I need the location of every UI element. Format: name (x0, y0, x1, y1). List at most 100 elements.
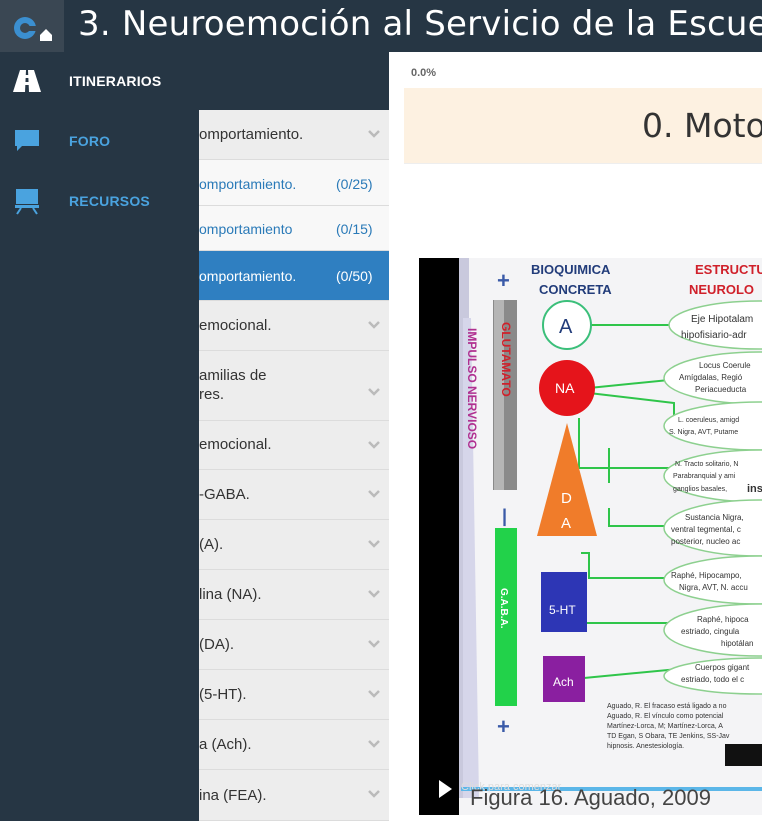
list-subitem-label: omportamiento. (199, 268, 297, 284)
nav-item-itinerarios[interactable]: ITINERARIOS (0, 52, 199, 112)
nav-label-itinerarios: ITINERARIOS (69, 73, 162, 89)
list-subitem-count: (0/15) (336, 221, 373, 237)
ellipse-text: Parabranquial y ami (673, 473, 736, 480)
ellipse-text: estriado, cingula (681, 627, 740, 636)
chevron-down-icon (368, 740, 380, 748)
page-title: 3. Neuroemoción al Servicio de la Escuel… (78, 4, 762, 44)
list-item[interactable]: emocional. (199, 301, 389, 351)
ellipse-text: L. coeruleus, amigd (678, 417, 739, 424)
list-item-label: ina (FEA). (199, 787, 267, 804)
chevron-down-icon (368, 441, 380, 449)
chevron-down-icon (368, 690, 380, 698)
node-a: A (559, 316, 573, 338)
play-icon[interactable] (437, 779, 453, 799)
progress-percent: 0.0% (411, 67, 437, 79)
itinerary-list: omportamiento. omportamiento. (0/25) omp… (199, 110, 389, 821)
neuro-diagram: IMPULSO NERVIOSO GLUTAMATO + | + G.A.B.A… (459, 258, 762, 798)
road-icon (13, 70, 41, 92)
ellipse-text: S. Nigra, AVT, Putame (669, 429, 738, 436)
reference-text: Martínez-Lorca, M; Martínez-Lorca, A (607, 723, 723, 730)
node-5ht: 5-HT (549, 603, 576, 617)
list-item[interactable]: lina (NA). (199, 570, 389, 620)
ellipse-text: estriado, todo el c (681, 675, 744, 684)
ellipse-text: ins (747, 483, 762, 495)
top-header: 3. Neuroemoción al Servicio de la Escuel… (0, 0, 762, 52)
list-item-label: (5-HT). (199, 686, 247, 703)
list-item[interactable]: (A). (199, 520, 389, 570)
list-subitem-count: (0/25) (336, 176, 373, 192)
ellipse-text: hipofisiario-adr (681, 330, 747, 341)
plus-sign: + (497, 268, 510, 293)
list-subitem[interactable]: omportamiento (0/15) (199, 206, 389, 251)
chevron-down-icon (368, 490, 380, 498)
nav-item-foro[interactable]: FORO (0, 112, 199, 172)
list-item[interactable]: -GABA. (199, 470, 389, 520)
node-da: A (561, 515, 571, 532)
node-ach: Ach (553, 675, 574, 689)
ellipse-text: Periacueducta (695, 385, 747, 394)
chevron-down-icon (368, 590, 380, 598)
ellipse-text: hipotálan (721, 639, 753, 648)
slide-image: IMPULSO NERVIOSO GLUTAMATO + | + G.A.B.A… (459, 258, 762, 815)
impulse-label: IMPULSO NERVIOSO (465, 328, 479, 449)
list-item[interactable]: amilias de res. (199, 351, 389, 421)
ellipse-text: Amígdalas, Regió (679, 373, 743, 382)
list-item-label: a (Ach). (199, 736, 252, 753)
ellipse-text: Cuerpos gigant (695, 663, 750, 672)
list-subitem-label: omportamiento. (199, 176, 297, 192)
ellipse-text: Raphé, Hipocampo, (671, 571, 742, 580)
ellipse-text: posterior, nucleo ac (671, 537, 740, 546)
heading-neurologica: NEUROLO (689, 282, 754, 297)
ellipse-text: ventral tegmental, c (671, 525, 741, 534)
chevron-down-icon (368, 640, 380, 648)
chevron-down-icon (368, 540, 380, 548)
list-item-label: omportamiento. (199, 126, 304, 143)
presentation-board-icon (15, 189, 39, 215)
heading-estructura: ESTRUCTU (695, 262, 762, 277)
list-item-label: (A). (199, 536, 224, 553)
list-item-label: -GABA. (199, 486, 250, 503)
ellipse-text: N. Tracto solitario, N (675, 461, 738, 468)
reference-text: Aguado, R. El fracaso está ligado a no (607, 703, 727, 710)
logo-icon (14, 17, 52, 41)
nav-label-recursos: RECURSOS (69, 193, 150, 209)
topic-title: 0. Moto (642, 106, 762, 145)
reference-text: Aguado, R. El vínculo como potencial (607, 713, 724, 720)
chat-icon (15, 130, 39, 151)
home-logo[interactable] (0, 0, 64, 52)
node-d: D (561, 490, 572, 507)
list-item[interactable]: ina (FEA). (199, 770, 389, 821)
plus-sign-bottom: + (497, 714, 510, 739)
list-subitem-count: (0/50) (336, 268, 373, 284)
list-item-label: (DA). (199, 636, 234, 653)
list-subitem-active[interactable]: omportamiento. (0/50) (199, 251, 389, 301)
list-item[interactable]: omportamiento. (199, 110, 389, 160)
chevron-down-icon (368, 388, 380, 396)
ellipse-text: Eje Hipotalam (691, 314, 753, 325)
reference-text: hipnosis. Anestesiología. (607, 743, 684, 750)
video-player[interactable]: IMPULSO NERVIOSO GLUTAMATO + | + G.A.B.A… (419, 258, 762, 815)
list-item-label: amilias de (199, 367, 267, 384)
list-item-label-line2: res. (199, 386, 225, 403)
list-subitem[interactable]: omportamiento. (0/25) (199, 160, 389, 206)
node-na: NA (555, 380, 575, 396)
chevron-down-icon (368, 321, 380, 329)
heading-concreta: CONCRETA (539, 282, 612, 297)
ellipse-text: Locus Coerule (699, 361, 751, 370)
minus-sign: | (502, 506, 507, 526)
list-item-label: emocional. (199, 317, 272, 334)
list-item-label: emocional. (199, 436, 272, 453)
nav-item-recursos[interactable]: RECURSOS (0, 172, 199, 232)
list-item[interactable]: (5-HT). (199, 670, 389, 720)
list-item[interactable]: emocional. (199, 421, 389, 470)
topic-banner: 0. Moto (404, 88, 762, 164)
reference-text: TD Egan, S Obara, TE Jenkins, SS-Jav (607, 733, 730, 740)
chevron-down-icon (368, 130, 380, 138)
ellipse-text: Nigra, AVT, N. accu (679, 583, 748, 592)
figure-caption: Figura 16. Aguado, 2009 (470, 785, 711, 810)
glutamato-label: GLUTAMATO (499, 322, 513, 397)
left-sidebar: ITINERARIOS FORO RECURSOS (0, 52, 199, 821)
list-item[interactable]: (DA). (199, 620, 389, 670)
nav-label-foro: FORO (69, 133, 111, 149)
list-item[interactable]: a (Ach). (199, 720, 389, 770)
